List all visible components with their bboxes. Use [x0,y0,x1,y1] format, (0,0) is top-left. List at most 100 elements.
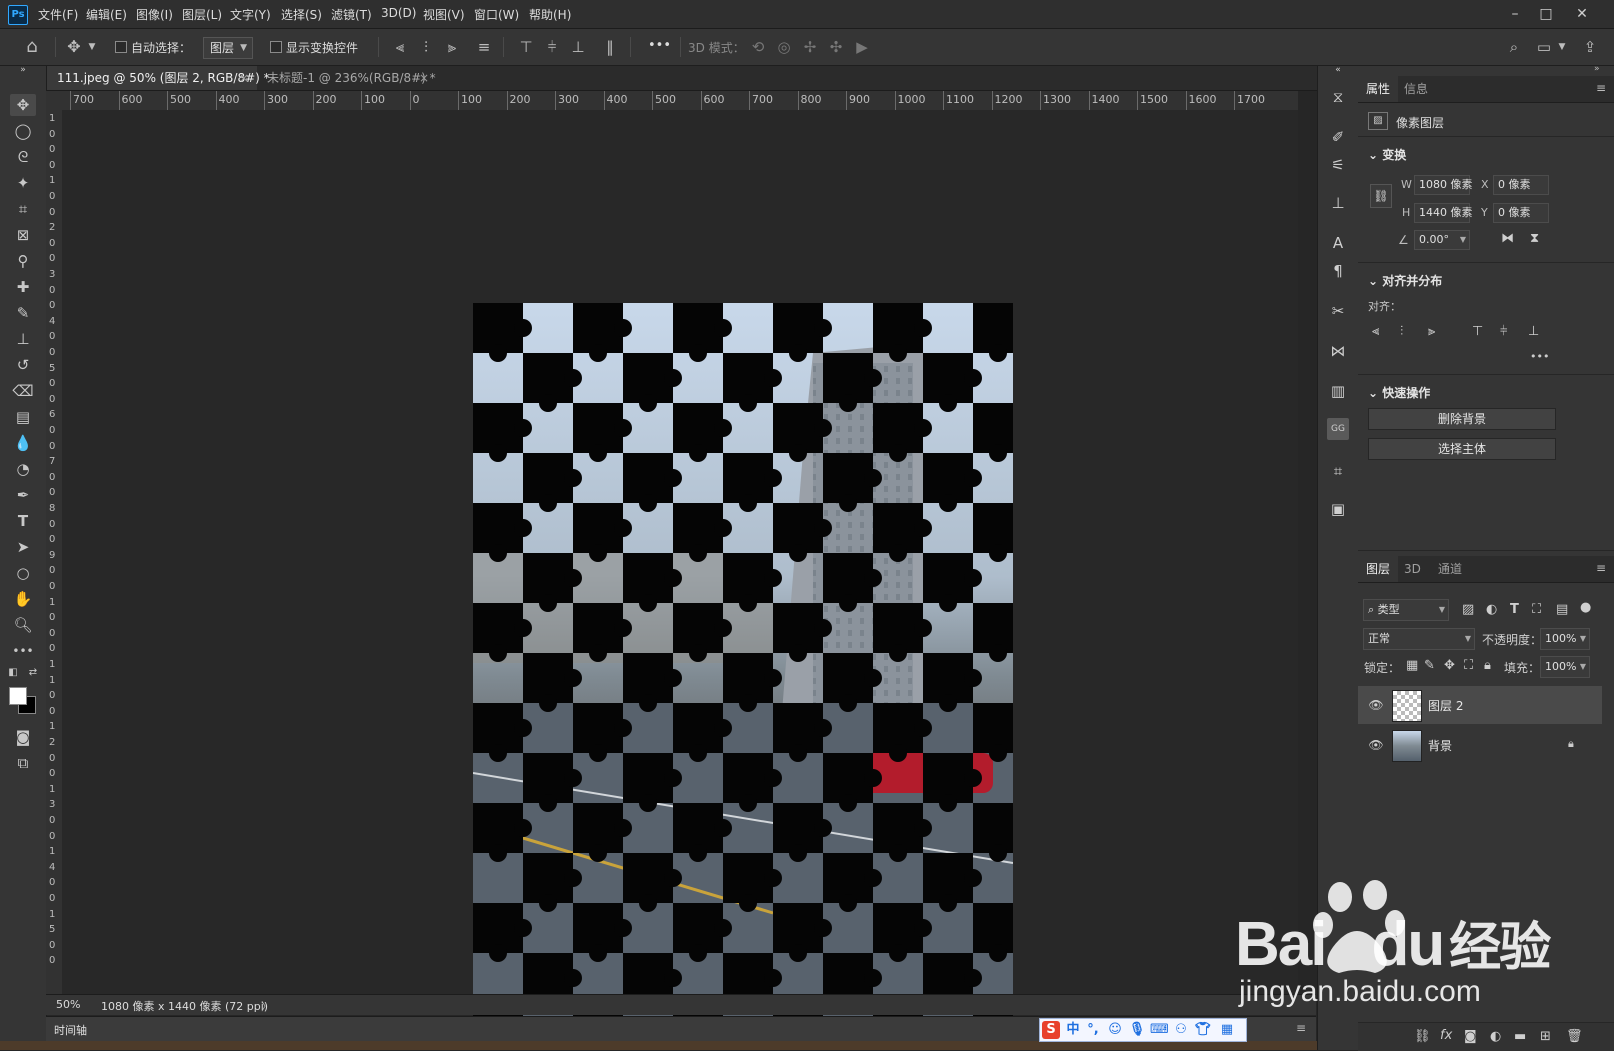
auto-select-target-dropdown[interactable]: 图层 ▼ [203,37,253,59]
blend-mode-dropdown[interactable]: 正常 ▼ [1363,628,1475,650]
align-center-h-icon[interactable]: ⫶ [416,37,436,57]
select-subject-button[interactable]: 选择主体 [1368,438,1556,460]
screen-mode-icon[interactable]: ⧉ [10,752,36,774]
glyphs-panel-icon[interactable]: GG [1327,418,1349,440]
y-position-field[interactable]: 0 像素 [1493,203,1549,223]
align-middle-v-icon[interactable]: ⫩ [542,37,562,57]
more-tools-icon[interactable]: ••• [10,640,36,662]
roll-3d-icon[interactable]: ◎ [774,37,794,57]
add-mask-icon[interactable]: ◙ [1464,1029,1477,1044]
brushes-panel-icon[interactable]: ✐ [1327,126,1349,148]
paragraph-panel-icon[interactable]: ¶ [1327,260,1349,282]
toolbox-icon[interactable]: ▦ [1218,1021,1236,1039]
align-left-icon[interactable]: ⫷ [390,37,410,57]
gradient-tool-icon[interactable]: ▤ [10,406,36,428]
hand-tool-icon[interactable]: ✋ [10,588,36,610]
tab-info[interactable]: 信息 [1396,76,1436,102]
status-menu-arrow[interactable]: 〉 [261,998,272,1014]
magic-wand-tool-icon[interactable]: ✦ [10,172,36,194]
orbit-3d-icon[interactable]: ⟲ [748,37,768,57]
link-icon[interactable]: ⛓ [1370,184,1392,208]
filter-adjustment-icon[interactable]: ◐ [1486,602,1497,617]
align-top-icon[interactable]: ⊤ [1472,324,1483,339]
more-options-icon[interactable]: ••• [648,38,671,53]
close-tab-icon[interactable]: × [419,66,429,90]
document-canvas[interactable] [473,303,1013,1023]
align-top-icon[interactable]: ⊤ [516,37,536,57]
more-align-icon[interactable]: ••• [1530,350,1549,363]
panel-menu-icon[interactable]: ≡ [1596,81,1606,95]
default-colors-icon[interactable]: ◧ [6,666,20,680]
workspace-icon[interactable]: ▭ [1534,37,1554,57]
eraser-tool-icon[interactable]: ⌫ [10,380,36,402]
filter-shape-icon[interactable]: ⛶ [1532,602,1541,617]
align-bottom-icon[interactable]: ⊥ [568,37,588,57]
tab-untitled-1[interactable]: 未标题-1 @ 236%(RGB/8#) * × [257,66,437,90]
minimize-icon[interactable]: – [1500,4,1530,24]
menu-select[interactable]: 选择(S) [281,6,322,23]
filter-pixel-icon[interactable]: ▨ [1462,602,1474,617]
close-icon[interactable]: ✕ [1567,4,1597,24]
menu-view[interactable]: 视图(V) [423,6,465,23]
emoji-icon[interactable]: ☺ [1106,1021,1124,1039]
move-tool-icon[interactable]: ✥ [62,37,86,57]
flip-vertical-icon[interactable]: ⧗ [1530,231,1539,246]
swap-colors-icon[interactable]: ⇄ [26,666,40,680]
share-icon[interactable]: ⇪ [1580,37,1600,57]
quick-mask-icon[interactable]: ◙ [10,726,36,748]
type-tool-icon[interactable]: T [10,510,36,532]
align-right-icon[interactable]: ⫸ [1428,324,1435,339]
new-group-icon[interactable]: ▬ [1514,1029,1526,1044]
tool-presets-icon[interactable]: ✂ [1327,300,1349,322]
sogou-logo-icon[interactable]: S [1042,1021,1060,1039]
clone-stamp-tool-icon[interactable]: ⊥ [10,328,36,350]
menu-filter[interactable]: 滤镜(T) [331,6,372,23]
lock-artboard-icon[interactable]: ⛶ [1464,658,1473,673]
history-panel-icon[interactable]: ⧖ [1327,86,1349,108]
show-transform-checkbox[interactable] [270,41,282,53]
panel-menu-icon[interactable]: ≡ [1296,1021,1306,1035]
layer-row-background[interactable]: 👁︎ 背景 🔒︎ [1358,726,1602,764]
keyboard-icon[interactable]: ⌨ [1150,1021,1169,1039]
tab-111-jpeg[interactable]: 111.jpeg @ 50% (图层 2, RGB/8#) * × [47,66,270,90]
menu-3d[interactable]: 3D(D) [381,6,416,20]
align-center-h-icon[interactable]: ⫶ [1400,324,1403,339]
layer-name[interactable]: 背景 [1428,737,1452,754]
zoom-tool-icon[interactable]: 🔍︎ [10,614,36,636]
lasso-tool-icon[interactable]: ᘓ [10,146,36,168]
path-selection-tool-icon[interactable]: ➤ [10,536,36,558]
tab-3d[interactable]: 3D [1396,556,1429,582]
canvas-workspace[interactable] [62,110,1298,1023]
menu-type[interactable]: 文字(Y) [230,6,271,23]
healing-brush-tool-icon[interactable]: ✚ [10,276,36,298]
opacity-field[interactable]: 100% ▼ [1540,628,1590,650]
timeline-label[interactable]: 时间轴 [54,1022,87,1038]
new-layer-icon[interactable]: ⊞ [1540,1029,1551,1044]
scale-3d-icon[interactable]: ▶ [852,37,872,57]
width-field[interactable]: 1080 像素 [1414,175,1473,195]
ellipse-tool-icon[interactable]: ○ [10,562,36,584]
panel-menu-icon[interactable]: ≡ [1596,561,1606,575]
distribute-h-icon[interactable]: ≡ [474,37,494,57]
blur-tool-icon[interactable]: 💧 [10,432,36,454]
menu-help[interactable]: 帮助(H) [529,6,571,23]
distribute-v-icon[interactable]: ‖ [600,37,620,57]
layer-row-layer-2[interactable]: 👁︎ 图层 2 [1358,686,1602,724]
lock-transparent-icon[interactable]: ▦ [1406,658,1418,673]
user-icon[interactable]: ⚇ [1172,1021,1190,1039]
x-position-field[interactable]: 0 像素 [1493,175,1549,195]
microphone-icon[interactable]: 🎙︎ [1128,1021,1146,1039]
visibility-eye-icon[interactable]: 👁︎ [1368,697,1384,713]
histogram-panel-icon[interactable]: ▥ [1327,380,1349,402]
trash-icon[interactable]: 🗑︎ [1566,1029,1583,1044]
visibility-eye-icon[interactable]: 👁︎ [1368,737,1384,753]
auto-select-checkbox[interactable] [115,41,127,53]
dodge-tool-icon[interactable]: ◔ [10,458,36,480]
history-brush-tool-icon[interactable]: ↺ [10,354,36,376]
move-tool-icon[interactable]: ✥ [10,94,36,116]
collapse-icon[interactable]: » [10,64,36,76]
menu-edit[interactable]: 编辑(E) [86,6,127,23]
align-middle-v-icon[interactable]: ⫩ [1500,324,1507,339]
character-panel-icon[interactable]: A [1327,232,1349,254]
fx-icon[interactable]: fx [1440,1028,1452,1043]
